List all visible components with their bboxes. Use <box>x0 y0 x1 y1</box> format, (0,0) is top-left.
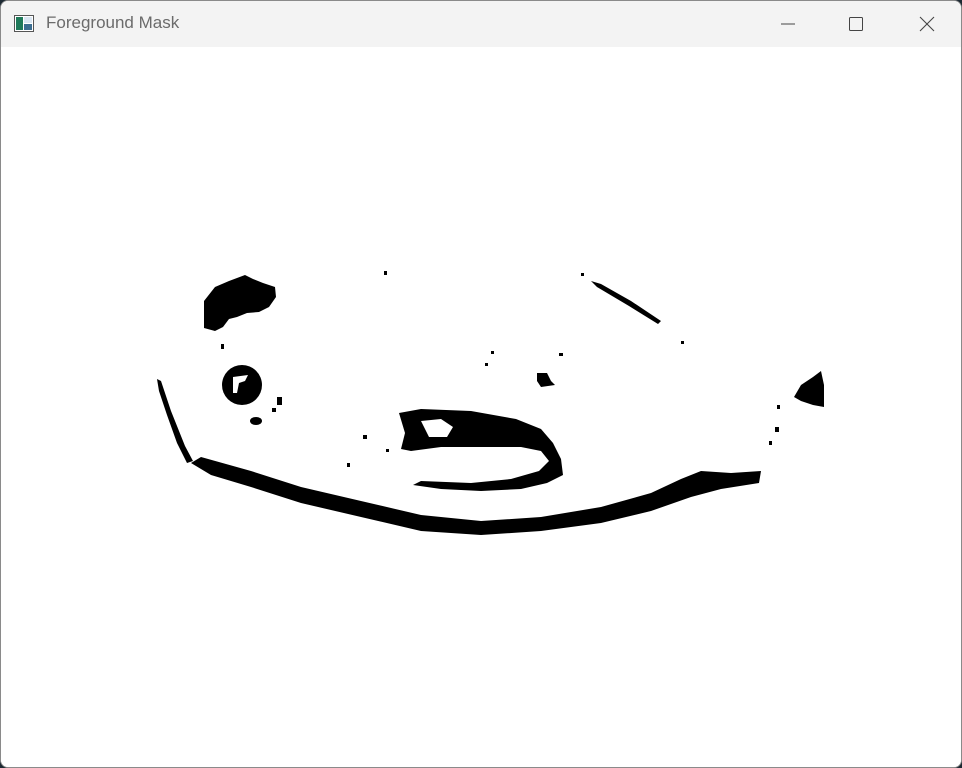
app-icon <box>14 15 34 32</box>
window-title: Foreground Mask <box>46 13 180 32</box>
maximize-icon <box>849 17 863 31</box>
maximize-button[interactable] <box>833 1 879 47</box>
minimize-button[interactable] <box>765 1 811 47</box>
close-button[interactable] <box>904 1 950 47</box>
mask-blob-right <box>794 371 824 407</box>
mask-bottom-arc <box>191 457 761 535</box>
app-window: Foreground Mask <box>0 0 962 768</box>
title-bar[interactable]: Foreground Mask <box>1 1 961 47</box>
mask-blob-upper-left <box>204 275 276 331</box>
mask-image-canvas[interactable] <box>1 47 961 767</box>
minimize-icon <box>781 23 795 25</box>
mask-blob-lens <box>222 365 262 405</box>
mask-diagonal-line <box>591 281 661 324</box>
close-icon <box>919 16 935 32</box>
foreground-mask-image <box>157 271 824 535</box>
mask-left-edge <box>157 379 193 463</box>
